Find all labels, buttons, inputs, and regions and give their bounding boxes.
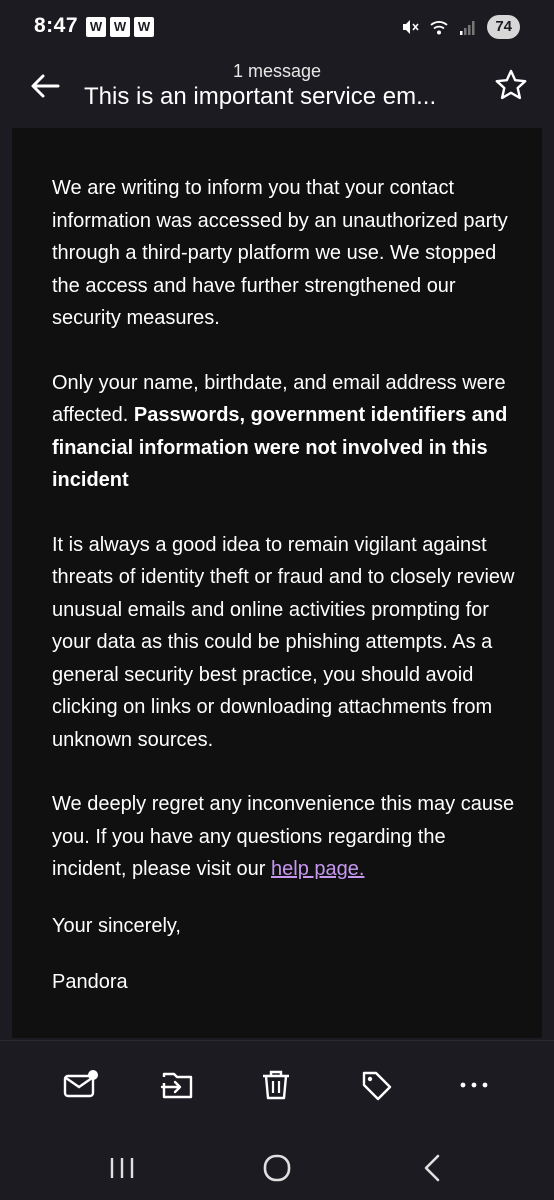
closing-line: Your sincerely, xyxy=(52,914,181,937)
move-to-icon[interactable] xyxy=(158,1065,198,1105)
trash-icon[interactable] xyxy=(256,1065,296,1105)
app-header: 1 message This is an important service e… xyxy=(0,56,554,128)
help-page-link[interactable]: help page. xyxy=(271,858,364,880)
status-bar: 8:47 W W W 74 xyxy=(0,0,554,56)
battery-indicator: 74 xyxy=(487,15,520,39)
message-text: We are writing to inform you that your c… xyxy=(52,172,522,999)
notification-icon: W xyxy=(134,17,154,37)
home-icon[interactable] xyxy=(257,1148,297,1188)
email-subject: This is an important service em... xyxy=(84,83,437,110)
wifi-icon xyxy=(430,21,448,35)
mute-icon xyxy=(403,20,419,34)
tag-icon[interactable] xyxy=(356,1065,396,1105)
notification-icon: W xyxy=(86,17,106,37)
signature: Pandora xyxy=(52,971,128,993)
message-body: We are writing to inform you that your c… xyxy=(12,128,542,1038)
message-paragraph: It is always a good idea to remain vigil… xyxy=(52,533,515,751)
signal-icon xyxy=(460,21,475,35)
mail-unread-icon[interactable] xyxy=(60,1065,100,1105)
system-nav-bar xyxy=(0,1134,554,1200)
status-time: 8:47 xyxy=(34,14,79,37)
message-paragraph: Only your name, birthdate, and email add… xyxy=(52,367,522,497)
more-icon[interactable] xyxy=(454,1065,494,1105)
message-paragraph: We deeply regret any inconvenience this … xyxy=(52,788,522,886)
back-icon[interactable] xyxy=(412,1148,452,1188)
message-paragraph: We are writing to inform you that your c… xyxy=(52,177,508,329)
notification-icon: W xyxy=(110,17,130,37)
message-count: 1 message xyxy=(232,61,322,81)
star-icon[interactable] xyxy=(494,68,528,102)
recents-icon[interactable] xyxy=(102,1148,142,1188)
status-indicators: 74 xyxy=(401,14,520,40)
message-toolbar xyxy=(0,1040,554,1135)
